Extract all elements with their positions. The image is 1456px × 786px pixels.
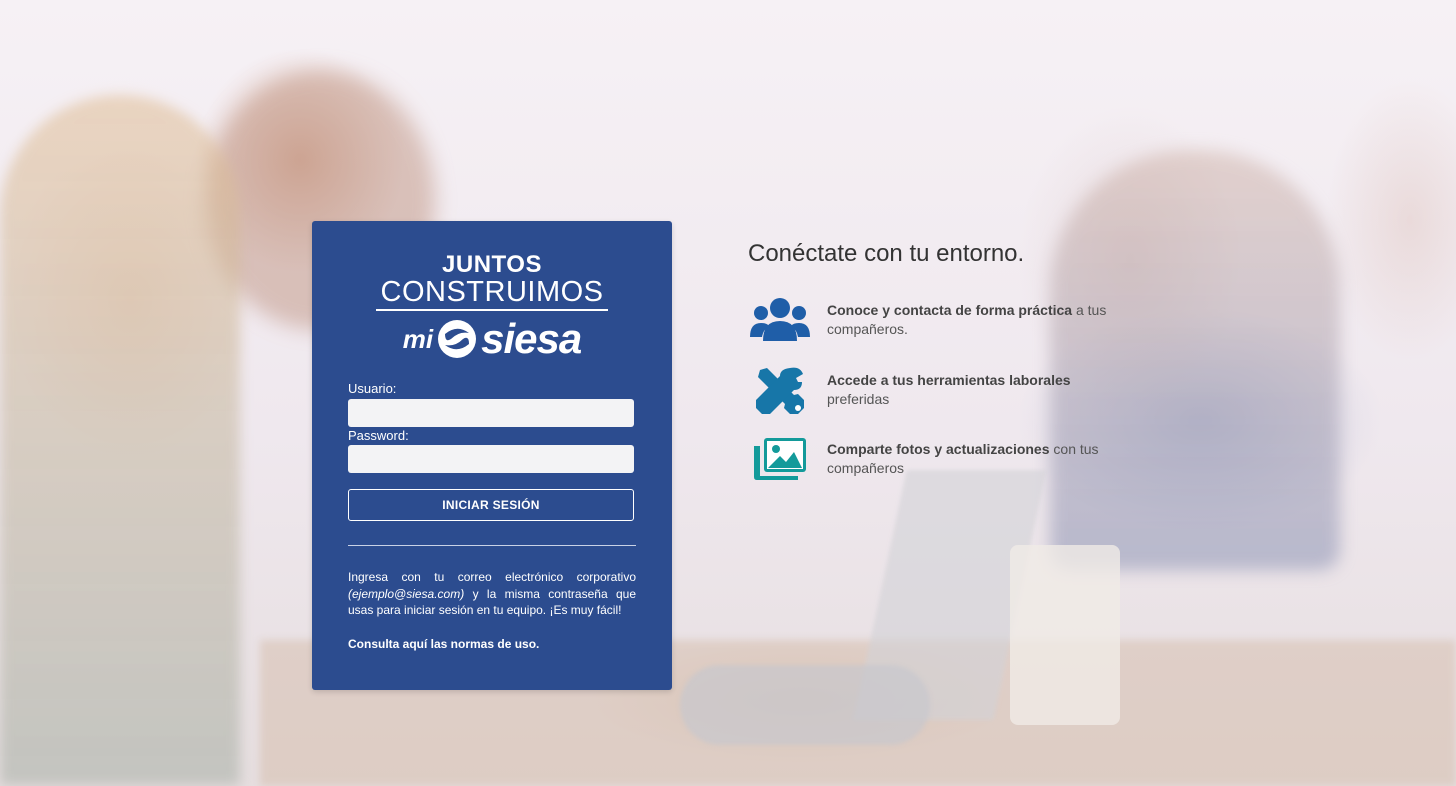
background-person-man bbox=[1050, 150, 1340, 570]
terms-link[interactable]: Consulta aquí las normas de uso. bbox=[348, 637, 539, 651]
divider bbox=[348, 545, 636, 546]
feature-tools-text: Accede a tus herramientas laborales pref… bbox=[827, 371, 1127, 409]
help-text-example: (ejemplo@siesa.com) bbox=[348, 586, 465, 601]
images-icon bbox=[748, 431, 812, 487]
password-label: Password: bbox=[348, 428, 409, 443]
feature-contacts-bold: Conoce y contacta de forma práctica bbox=[827, 302, 1073, 318]
feature-contacts-text: Conoce y contacta de forma práctica a tu… bbox=[827, 301, 1127, 339]
password-input[interactable] bbox=[348, 445, 634, 473]
background-photo bbox=[0, 0, 1456, 786]
feature-tools-bold: Accede a tus herramientas laborales bbox=[827, 372, 1071, 388]
logo-brand: siesa bbox=[481, 315, 582, 362]
feature-photos-bold: Comparte fotos y actualizaciones bbox=[827, 441, 1050, 457]
login-button[interactable]: INICIAR SESIÓN bbox=[348, 489, 634, 521]
login-card: JUNTOS CONSTRUIMOS mi siesa Usuario: Pas… bbox=[312, 221, 672, 690]
feature-tools: Accede a tus herramientas laborales pref… bbox=[748, 362, 1127, 418]
juntos-construimos-logo: JUNTOS CONSTRUIMOS mi siesa bbox=[372, 253, 612, 361]
promo-headline: Conéctate con tu entorno. bbox=[748, 240, 1025, 267]
background-headphones bbox=[680, 665, 930, 745]
username-label: Usuario: bbox=[348, 381, 397, 396]
login-help-text: Ingresa con tu correo electrónico corpor… bbox=[348, 569, 636, 619]
logo-rule bbox=[376, 309, 608, 311]
logo-prefix: mi bbox=[402, 323, 434, 354]
feature-contacts: Conoce y contacta de forma práctica a tu… bbox=[748, 292, 1127, 348]
feature-photos: Comparte fotos y actualizaciones con tus… bbox=[748, 431, 1127, 487]
users-icon bbox=[748, 292, 812, 348]
tools-icon bbox=[748, 362, 812, 418]
username-input[interactable] bbox=[348, 399, 634, 427]
siesa-swirl-icon bbox=[438, 320, 477, 358]
help-text-part1: Ingresa con tu correo electrónico corpor… bbox=[348, 570, 636, 584]
logo-line2: CONSTRUIMOS bbox=[380, 276, 604, 308]
logo-brand-row: mi siesa bbox=[372, 317, 612, 361]
background-cup bbox=[1010, 545, 1120, 725]
logo-line1: JUNTOS bbox=[442, 251, 542, 278]
background-person-woman bbox=[0, 95, 240, 785]
feature-tools-rest: preferidas bbox=[827, 391, 890, 407]
feature-photos-text: Comparte fotos y actualizaciones con tus… bbox=[827, 440, 1127, 478]
